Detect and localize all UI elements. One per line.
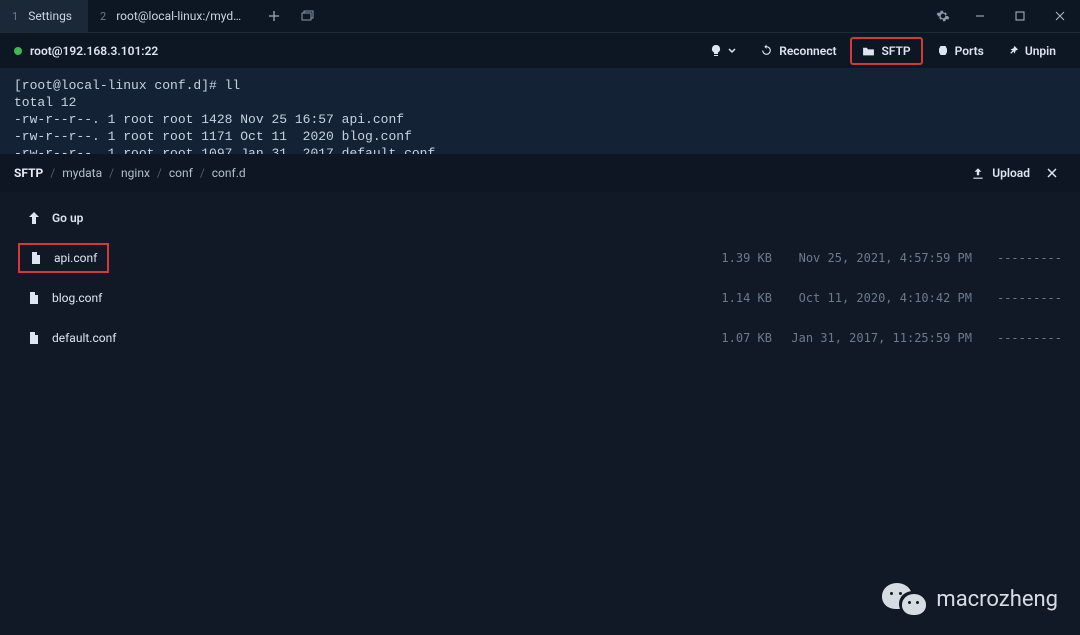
file-perm: --------- — [972, 251, 1062, 265]
unpin-label: Unpin — [1025, 44, 1056, 58]
window-close-button[interactable] — [1040, 0, 1080, 32]
connection-bar: root@192.168.3.101:22 Reconnect SFTP Por… — [0, 32, 1080, 68]
close-panel-button[interactable] — [1038, 163, 1066, 183]
tab-index: 1 — [12, 10, 18, 23]
file-name: blog.conf — [52, 291, 102, 305]
breadcrumb-part[interactable]: conf — [169, 166, 193, 180]
file-icon — [28, 291, 40, 305]
upload-button[interactable]: Upload — [963, 162, 1038, 184]
file-perm: --------- — [972, 331, 1062, 345]
watermark-text: macrozheng — [936, 587, 1058, 612]
go-up-icon — [28, 211, 40, 225]
tab-label: Settings — [28, 9, 72, 23]
breadcrumb-sep: / — [200, 166, 205, 180]
connection-host[interactable]: root@192.168.3.101:22 — [30, 44, 158, 58]
breadcrumb-sep: / — [157, 166, 162, 180]
file-perm: --------- — [972, 291, 1062, 305]
file-icon — [30, 251, 42, 265]
tab-index: 2 — [100, 10, 106, 23]
upload-label: Upload — [992, 166, 1030, 180]
terminal-output[interactable]: [root@local-linux conf.d]# ll total 12 -… — [0, 68, 1080, 154]
ports-button[interactable]: Ports — [927, 39, 994, 63]
file-date: Nov 25, 2021, 4:57:59 PM — [772, 251, 972, 265]
go-up-label: Go up — [52, 211, 83, 225]
sftp-button[interactable]: SFTP — [850, 37, 922, 65]
file-name: api.conf — [54, 251, 97, 265]
tab-settings[interactable]: 1 Settings — [0, 0, 88, 32]
watermark: macrozheng — [882, 581, 1058, 617]
file-size: 1.07 KB — [672, 331, 772, 345]
file-row[interactable]: api.conf 1.39 KB Nov 25, 2021, 4:57:59 P… — [0, 238, 1080, 278]
file-icon — [28, 331, 40, 345]
reconnect-label: Reconnect — [779, 44, 836, 58]
settings-gear-icon[interactable] — [926, 0, 960, 32]
breadcrumb-part[interactable]: mydata — [62, 166, 102, 180]
titlebar: 1 Settings 2 root@local-linux:/myd… — [0, 0, 1080, 32]
sftp-label: SFTP — [881, 44, 910, 58]
reconnect-button[interactable]: Reconnect — [750, 39, 846, 63]
tab-label: root@local-linux:/myd… — [116, 9, 241, 23]
breadcrumb-part[interactable]: nginx — [121, 166, 150, 180]
breadcrumb-sep: / — [50, 166, 55, 180]
new-tab-button[interactable] — [257, 0, 291, 32]
breadcrumb-sep: / — [109, 166, 114, 180]
restore-tabs-button[interactable] — [291, 0, 325, 32]
file-row[interactable]: default.conf 1.07 KB Jan 31, 2017, 11:25… — [0, 318, 1080, 358]
connection-status-dot — [14, 47, 22, 55]
breadcrumb-part[interactable]: conf.d — [212, 166, 246, 180]
tab-terminal[interactable]: 2 root@local-linux:/myd… — [88, 0, 257, 32]
unpin-button[interactable]: Unpin — [998, 39, 1066, 63]
light-button[interactable] — [700, 39, 746, 63]
breadcrumb-root[interactable]: SFTP — [14, 166, 43, 180]
go-up-row[interactable]: Go up — [0, 198, 1080, 238]
file-date: Jan 31, 2017, 11:25:59 PM — [772, 331, 972, 345]
file-panel: Go up api.conf 1.39 KB Nov 25, 2021, 4:5… — [0, 192, 1080, 364]
window-maximize-button[interactable] — [1000, 0, 1040, 32]
file-name: default.conf — [52, 331, 116, 345]
file-date: Oct 11, 2020, 4:10:42 PM — [772, 291, 972, 305]
file-row[interactable]: blog.conf 1.14 KB Oct 11, 2020, 4:10:42 … — [0, 278, 1080, 318]
window-minimize-button[interactable] — [960, 0, 1000, 32]
ports-label: Ports — [955, 44, 984, 58]
wechat-icon — [882, 581, 926, 617]
sftp-breadcrumb-bar: SFTP / mydata / nginx / conf / conf.d Up… — [0, 154, 1080, 192]
file-size: 1.39 KB — [672, 251, 772, 265]
file-size: 1.14 KB — [672, 291, 772, 305]
